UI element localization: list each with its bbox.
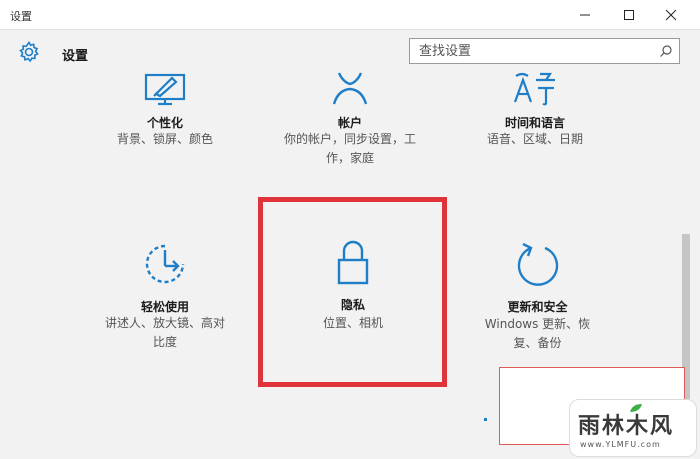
page-title: 设置 [62, 49, 89, 64]
tile-ease-of-access[interactable]: 轻松使用 讲述人、放大镜、高对 比度 [80, 242, 250, 352]
close-icon [665, 9, 677, 21]
tile-name: 轻松使用 [140, 300, 189, 314]
ease-of-access-icon [145, 244, 185, 284]
tile-name: 帐户 [337, 116, 362, 130]
watermark: 雨林木风 www.YLMFU.com [569, 399, 697, 457]
tile-desc-line: 背景、锁屏、颜色 [116, 132, 213, 146]
tile-desc-line: 比度 [152, 335, 177, 349]
accent-dot [484, 418, 487, 421]
search-icon[interactable] [659, 44, 673, 58]
account-icon [332, 72, 368, 105]
tile-desc: 语音、区域、日期 [460, 130, 610, 149]
tile-personalization[interactable]: 个性化 背景、锁屏、颜色 [90, 70, 240, 180]
search-box[interactable] [409, 38, 680, 64]
tile-desc: Windows 更新、恢 复、备份 [455, 315, 620, 353]
refresh-icon [517, 242, 559, 286]
gear-icon [19, 41, 39, 63]
window-title: 设置 [10, 10, 32, 23]
minimize-button[interactable] [566, 0, 604, 30]
tile-desc: 背景、锁屏、颜色 [90, 130, 240, 149]
tile-desc-line: 讲述人、放大镜、高对 [104, 316, 225, 330]
personalization-icon [144, 73, 186, 106]
privacy-highlight-frame [258, 197, 447, 387]
tile-desc-line: 你的帐户，同步设置，工 [283, 132, 416, 146]
close-button[interactable] [652, 0, 690, 30]
watermark-brand: 雨林木风 [578, 414, 675, 439]
tile-desc-line: 作，家庭 [325, 151, 374, 165]
title-bar: 设置 [0, 0, 700, 30]
tile-name: 个性化 [146, 116, 183, 130]
tile-desc-line: 语音、区域、日期 [486, 132, 583, 146]
tile-time-language[interactable]: 时间和语言 语音、区域、日期 [460, 70, 610, 180]
tile-name: 时间和语言 [504, 116, 565, 130]
tile-desc-line: 复、备份 [513, 336, 562, 350]
tile-desc: 讲述人、放大镜、高对 比度 [80, 314, 250, 352]
watermark-url: www.YLMFU.com [580, 440, 661, 449]
tile-desc: 你的帐户，同步设置，工 作，家庭 [270, 130, 430, 168]
minimize-icon [580, 14, 590, 16]
tile-desc-line: Windows 更新、恢 [484, 317, 591, 331]
time-language-icon [513, 72, 555, 106]
search-input[interactable] [410, 39, 650, 63]
maximize-button[interactable] [610, 0, 648, 30]
maximize-icon [624, 10, 634, 20]
tile-update-security[interactable]: 更新和安全 Windows 更新、恢 复、备份 [455, 238, 620, 353]
tile-accounts[interactable]: 帐户 你的帐户，同步设置，工 作，家庭 [270, 70, 430, 180]
tile-name: 更新和安全 [507, 300, 568, 314]
